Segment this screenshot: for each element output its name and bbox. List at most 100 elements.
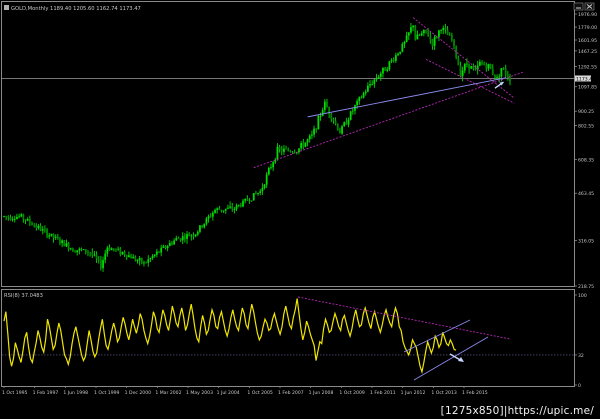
candle-body <box>341 126 343 134</box>
candle-body <box>24 219 27 221</box>
candle-body <box>147 259 150 263</box>
candle-body <box>74 251 76 253</box>
candle-body <box>388 61 391 70</box>
candle-body <box>306 139 309 143</box>
candle-body <box>117 248 120 250</box>
candle-body <box>453 39 455 46</box>
candle-body <box>498 76 501 78</box>
rsi-line <box>3 298 457 375</box>
candle-body <box>72 248 74 252</box>
candle-body <box>386 69 389 71</box>
candle-body <box>470 66 473 69</box>
candle-body <box>89 252 92 254</box>
trendline[interactable] <box>307 77 506 118</box>
candle-body <box>33 225 36 226</box>
candle-body <box>211 212 214 217</box>
candle-body <box>168 242 171 247</box>
candle-body <box>412 25 415 28</box>
time-tick-label: 1 Dec 2000 <box>125 390 152 396</box>
candle-body <box>16 216 18 219</box>
candle-body <box>468 63 470 69</box>
time-tick-label: 1 Jul 2004 <box>217 390 240 396</box>
candle-body <box>194 234 197 237</box>
main-chart-frame <box>1 1 575 287</box>
candle-body <box>216 208 219 210</box>
candle-body <box>127 255 130 258</box>
price-tick-label: 1601.95 <box>578 38 597 44</box>
candle-body <box>102 260 104 269</box>
candle-body <box>121 252 124 255</box>
minimize-button[interactable] <box>573 2 584 11</box>
candle-body <box>433 36 436 46</box>
candle-body <box>97 258 100 260</box>
candle-body <box>450 35 453 40</box>
candle-body <box>334 120 337 124</box>
candle-body <box>489 64 492 69</box>
candle-body <box>283 148 285 152</box>
candle-body <box>448 34 451 36</box>
candle-body <box>177 237 180 239</box>
candle-body <box>227 207 229 209</box>
arrow-objects[interactable] <box>494 81 504 89</box>
candle-body <box>93 254 96 256</box>
candle-body <box>375 78 378 80</box>
window-menu-icon[interactable] <box>4 5 9 10</box>
candle-body <box>369 84 371 86</box>
candle-body <box>39 225 42 231</box>
rsi-header-text: RSI(8) 37.0483 <box>4 293 43 299</box>
candle-body <box>130 255 132 259</box>
candle-body <box>360 97 363 99</box>
candle-body <box>321 110 324 116</box>
candle-body <box>291 151 294 153</box>
candle-body <box>106 247 109 254</box>
candle-body <box>287 149 290 151</box>
candle-body <box>80 248 83 250</box>
candle-body <box>349 111 352 120</box>
candle-body <box>20 214 23 217</box>
candle-body <box>461 70 464 77</box>
candle-body <box>259 191 262 194</box>
candle-body <box>209 216 212 218</box>
candle-body <box>457 57 460 66</box>
candle-body <box>171 242 173 245</box>
price-tick-label: 218.75 <box>578 284 594 290</box>
price-tag-text: 1173.47 <box>576 76 595 82</box>
watermark-url[interactable]: https://upic.me/ <box>508 403 594 419</box>
candle-body <box>384 67 387 71</box>
candle-body <box>280 149 283 152</box>
candle-body <box>289 150 292 152</box>
candle-body <box>220 209 223 211</box>
candle-body <box>5 216 8 217</box>
trendline[interactable] <box>253 71 524 169</box>
candle-body <box>11 218 14 220</box>
candle-body <box>300 143 303 149</box>
candle-body <box>276 146 279 160</box>
candle-body <box>162 246 165 248</box>
candle-body <box>183 236 186 239</box>
candle-body <box>188 234 191 237</box>
candle-body <box>134 256 137 261</box>
trendline[interactable] <box>425 58 515 104</box>
candle-body <box>84 249 87 253</box>
price-tick-label: 608.35 <box>578 158 594 164</box>
chart-stage: GOLD,Monthly 1189.40 1205.60 1162.74 117… <box>1 1 597 396</box>
candle-body <box>405 35 408 42</box>
candle-body <box>181 236 184 241</box>
candle-body <box>3 216 5 217</box>
price-tick-label: 1976.90 <box>578 12 597 18</box>
candle-body <box>231 206 234 210</box>
trendlines[interactable] <box>253 17 524 169</box>
time-tick-label: 1 Feb 1997 <box>33 390 59 396</box>
candle-body <box>52 233 55 239</box>
candle-body <box>399 51 402 54</box>
rsi-trendline <box>297 296 511 340</box>
candle-body <box>313 128 315 135</box>
candle-body <box>330 113 333 120</box>
time-tick-label: 1 Feb 2007 <box>278 390 304 396</box>
candle-body <box>267 167 270 175</box>
price-tick-label: 463.45 <box>578 191 594 197</box>
candle-body <box>87 252 89 254</box>
price-tick-label: 1467.25 <box>578 49 597 55</box>
candle-body <box>50 233 53 236</box>
candle-body <box>158 251 160 253</box>
